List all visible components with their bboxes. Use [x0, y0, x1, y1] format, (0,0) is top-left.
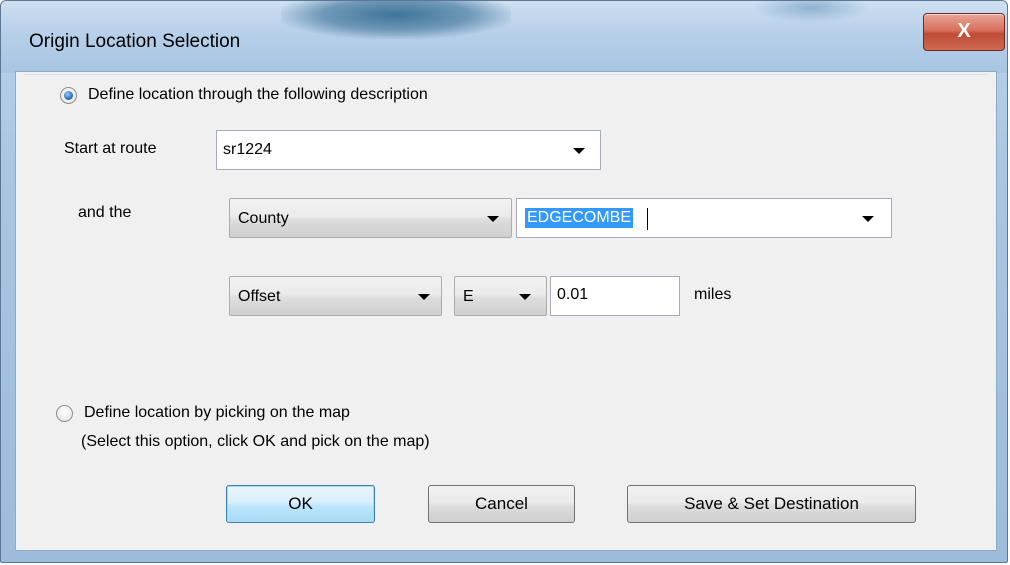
- route-label: Start at route: [64, 140, 157, 157]
- save-set-destination-button[interactable]: Save & Set Destination: [627, 485, 916, 523]
- chevron-down-icon[interactable]: [418, 294, 430, 300]
- dialog-body: Define location through the following de…: [15, 71, 997, 551]
- radio-define-by-map-label[interactable]: Define location by picking on the map: [84, 404, 350, 422]
- reference-name-combobox[interactable]: EDGECOMBE: [516, 198, 892, 238]
- offset-unit-label: miles: [694, 286, 732, 303]
- route-combobox[interactable]: sr1224: [216, 130, 601, 170]
- chevron-down-icon[interactable]: [573, 148, 585, 154]
- radio-define-by-map[interactable]: [56, 405, 73, 422]
- reference-label: and the: [78, 204, 132, 221]
- offset-distance-value[interactable]: 0.01: [557, 286, 588, 304]
- title-bar[interactable]: Origin Location Selection X: [1, 1, 1007, 73]
- close-button[interactable]: X: [923, 13, 1005, 51]
- reference-type-value: County: [238, 210, 289, 227]
- cancel-button[interactable]: Cancel: [428, 485, 575, 523]
- reference-type-select[interactable]: County: [229, 198, 512, 238]
- chevron-down-icon[interactable]: [487, 216, 499, 222]
- map-option-hint: (Select this option, click OK and pick o…: [81, 433, 430, 450]
- close-icon: X: [957, 20, 971, 42]
- offset-direction-select[interactable]: E: [454, 276, 547, 316]
- offset-mode-value: Offset: [238, 288, 281, 305]
- window-title: Origin Location Selection: [29, 31, 241, 52]
- offset-direction-value: E: [463, 288, 474, 305]
- chevron-down-icon[interactable]: [862, 216, 874, 222]
- route-value[interactable]: sr1224: [223, 141, 272, 159]
- reference-name-value[interactable]: EDGECOMBE: [525, 208, 634, 228]
- chevron-down-icon[interactable]: [519, 294, 531, 300]
- dialog-window: Origin Location Selection X Define locat…: [0, 0, 1008, 563]
- offset-mode-select[interactable]: Offset: [229, 276, 442, 316]
- radio-define-by-description-label[interactable]: Define location through the following de…: [88, 86, 428, 104]
- ok-button[interactable]: OK: [226, 485, 375, 523]
- offset-distance-input[interactable]: 0.01: [550, 276, 680, 316]
- radio-define-by-description[interactable]: [60, 87, 77, 104]
